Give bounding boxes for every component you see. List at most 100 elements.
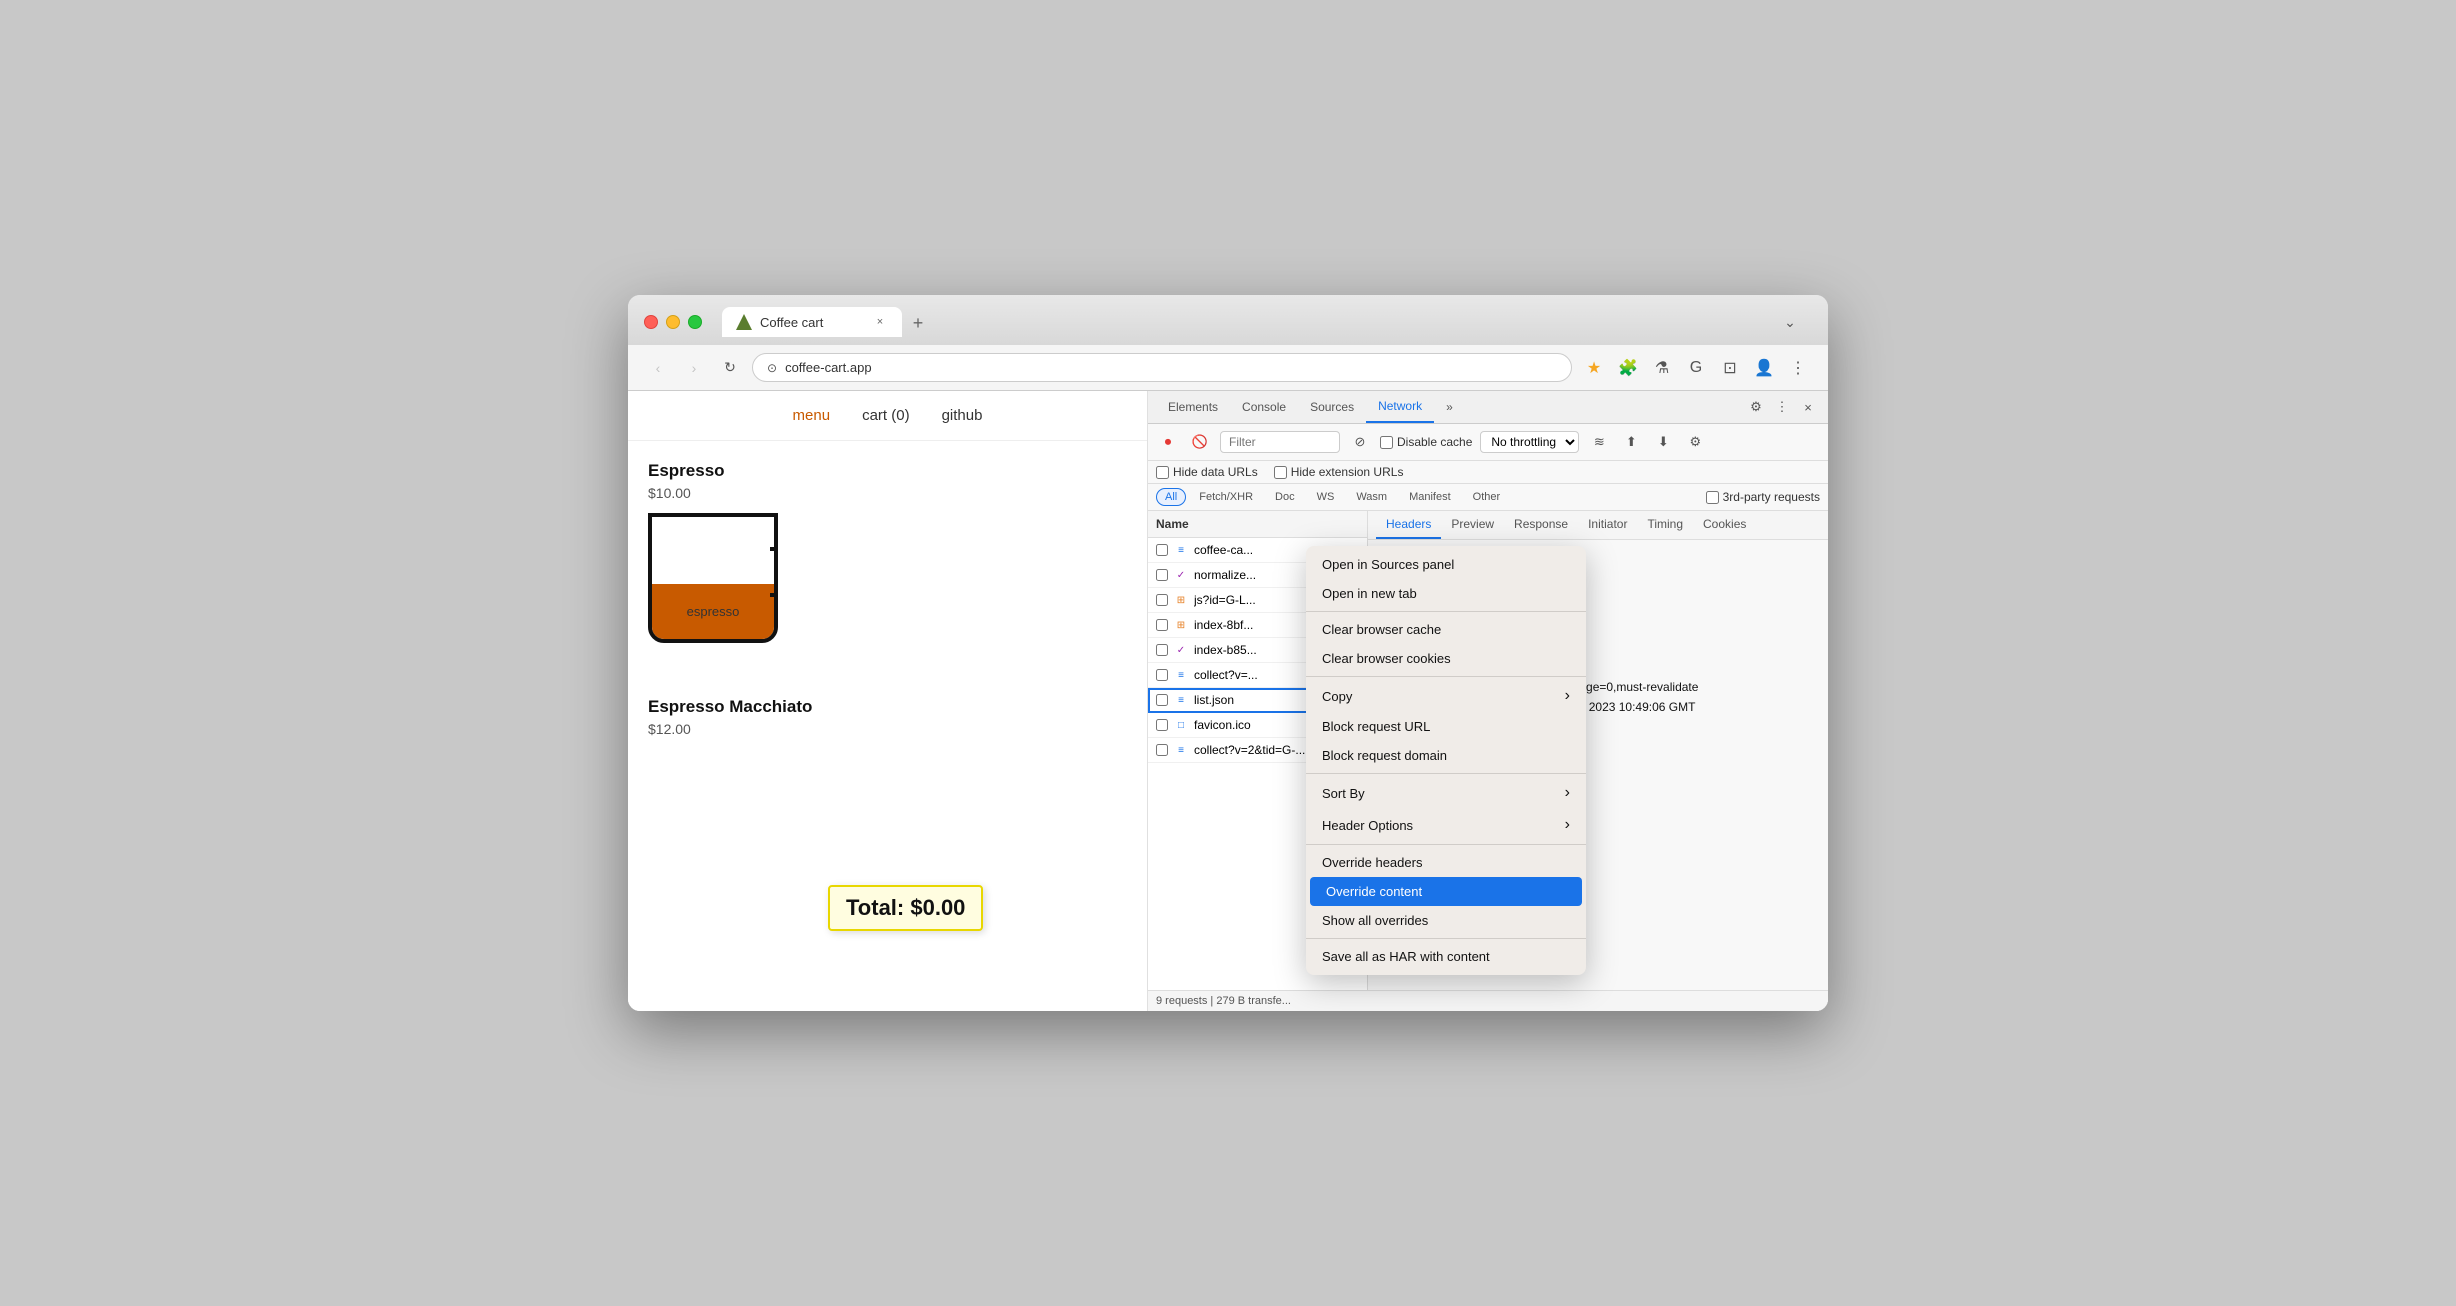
css-icon: ✓	[1174, 568, 1188, 582]
filter-fetch[interactable]: Fetch/XHR	[1190, 488, 1262, 506]
throttle-select[interactable]: No throttling	[1480, 431, 1579, 453]
labs-icon[interactable]: ⚗	[1648, 354, 1676, 382]
tab-cookies[interactable]: Cookies	[1693, 511, 1756, 539]
back-button[interactable]: ‹	[644, 354, 672, 382]
tab-preview[interactable]: Preview	[1441, 511, 1504, 539]
menu-nav-link[interactable]: menu	[793, 407, 831, 424]
url-text: coffee-cart.app	[785, 360, 871, 375]
tab-close-button[interactable]: ×	[872, 314, 888, 330]
menu-item-sort-by[interactable]: Sort By	[1306, 777, 1586, 809]
tab-timing[interactable]: Timing	[1637, 511, 1693, 539]
disable-cache-checkbox[interactable]	[1380, 436, 1393, 449]
file-checkbox[interactable]	[1156, 544, 1168, 556]
tab-elements[interactable]: Elements	[1156, 392, 1230, 422]
file-checkbox[interactable]	[1156, 594, 1168, 606]
menu-item-save-har[interactable]: Save all as HAR with content	[1306, 942, 1586, 971]
filter-ws[interactable]: WS	[1308, 488, 1344, 506]
filter-all[interactable]: All	[1156, 488, 1186, 506]
xhr-icon: ≡	[1174, 693, 1188, 707]
google-icon[interactable]: G	[1682, 354, 1710, 382]
minimize-button[interactable]	[666, 315, 680, 329]
third-party-checkbox[interactable]	[1706, 491, 1719, 504]
separator	[1306, 611, 1586, 612]
filter-manifest[interactable]: Manifest	[1400, 488, 1460, 506]
coffee-cup[interactable]: espresso	[648, 513, 798, 673]
file-checkbox[interactable]	[1156, 719, 1168, 731]
filter-doc[interactable]: Doc	[1266, 488, 1304, 506]
site-navigation: menu cart (0) github	[628, 391, 1147, 441]
filter-other[interactable]: Other	[1464, 488, 1510, 506]
filter-wasm[interactable]: Wasm	[1347, 488, 1396, 506]
menu-item-copy[interactable]: Copy	[1306, 680, 1586, 712]
tab-more[interactable]: »	[1434, 392, 1465, 422]
tab-initiator[interactable]: Initiator	[1578, 511, 1637, 539]
menu-item-block-url[interactable]: Block request URL	[1306, 712, 1586, 741]
filter-input[interactable]	[1220, 431, 1340, 453]
menu-item-header-options[interactable]: Header Options	[1306, 809, 1586, 841]
file-name: normalize...	[1194, 568, 1256, 582]
file-checkbox[interactable]	[1156, 744, 1168, 756]
product-name-2: Espresso Macchiato	[648, 697, 1127, 717]
menu-item-block-domain[interactable]: Block request domain	[1306, 741, 1586, 770]
file-checkbox[interactable]	[1156, 694, 1168, 706]
invert-icon[interactable]: ⊘	[1348, 430, 1372, 454]
cup-body: espresso	[648, 513, 778, 643]
menu-item-clear-cache[interactable]: Clear browser cache	[1306, 615, 1586, 644]
devtools-settings2-icon[interactable]: ⚙	[1683, 430, 1707, 454]
file-name: js?id=G-L...	[1194, 593, 1256, 607]
profile-icon[interactable]: 👤	[1750, 354, 1778, 382]
chevron-right-icon	[1565, 687, 1570, 705]
file-name: collect?v=...	[1194, 668, 1258, 682]
clear-icon[interactable]: 🚫	[1188, 430, 1212, 454]
doc-icon: ≡	[1174, 543, 1188, 557]
sidebar-icon[interactable]: ⊡	[1716, 354, 1744, 382]
file-checkbox[interactable]	[1156, 619, 1168, 631]
file-checkbox[interactable]	[1156, 569, 1168, 581]
new-tab-button[interactable]: +	[904, 309, 932, 337]
menu-item-override-content[interactable]: Override content	[1310, 877, 1582, 906]
tab-response[interactable]: Response	[1504, 511, 1578, 539]
download-icon[interactable]: ⬇	[1651, 430, 1675, 454]
menu-item-override-headers[interactable]: Override headers	[1306, 848, 1586, 877]
tab-network[interactable]: Network	[1366, 391, 1434, 423]
devtools-close-icon[interactable]: ×	[1796, 395, 1820, 419]
menu-item-open-sources[interactable]: Open in Sources panel	[1306, 550, 1586, 579]
wifi-icon[interactable]: ≋	[1587, 430, 1611, 454]
tab-sources[interactable]: Sources	[1298, 392, 1366, 422]
file-name: index-b85...	[1194, 643, 1257, 657]
menu-item-clear-cookies[interactable]: Clear browser cookies	[1306, 644, 1586, 673]
cart-nav-link[interactable]: cart (0)	[862, 407, 910, 424]
detail-tabs: Headers Preview Response Initiator Timin…	[1368, 511, 1828, 540]
file-checkbox[interactable]	[1156, 644, 1168, 656]
xhr-icon: ≡	[1174, 668, 1188, 682]
file-list-header: Name	[1148, 511, 1367, 538]
hide-data-urls-checkbox[interactable]	[1156, 466, 1169, 479]
maximize-button[interactable]	[688, 315, 702, 329]
browser-toolbar: ★ 🧩 ⚗ G ⊡ 👤 ⋮	[1580, 354, 1812, 382]
url-bar[interactable]: ⊙ coffee-cart.app	[752, 353, 1572, 382]
traffic-lights	[644, 315, 702, 329]
upload-icon[interactable]: ⬆	[1619, 430, 1643, 454]
active-tab[interactable]: Coffee cart ×	[722, 307, 902, 337]
browser-menu-icon[interactable]: ⋮	[1784, 354, 1812, 382]
tab-headers[interactable]: Headers	[1376, 511, 1441, 539]
cup-handle	[770, 547, 778, 597]
menu-item-show-overrides[interactable]: Show all overrides	[1306, 906, 1586, 935]
record-icon[interactable]: ⏺	[1156, 430, 1180, 454]
bookmark-icon[interactable]: ★	[1580, 354, 1608, 382]
window-chevron[interactable]: ⌄	[1776, 308, 1804, 336]
separator	[1306, 676, 1586, 677]
context-menu: Open in Sources panel Open in new tab Cl…	[1306, 546, 1586, 975]
close-button[interactable]	[644, 315, 658, 329]
forward-button[interactable]: ›	[680, 354, 708, 382]
hide-extension-urls-checkbox[interactable]	[1274, 466, 1287, 479]
cup-fill-text: espresso	[687, 604, 740, 619]
tab-console[interactable]: Console	[1230, 392, 1298, 422]
extensions-icon[interactable]: 🧩	[1614, 354, 1642, 382]
devtools-more-icon[interactable]: ⋮	[1770, 395, 1794, 419]
github-nav-link[interactable]: github	[942, 407, 983, 424]
file-checkbox[interactable]	[1156, 669, 1168, 681]
devtools-settings-icon[interactable]: ⚙	[1744, 395, 1768, 419]
menu-item-open-new-tab[interactable]: Open in new tab	[1306, 579, 1586, 608]
reload-button[interactable]: ↻	[716, 354, 744, 382]
